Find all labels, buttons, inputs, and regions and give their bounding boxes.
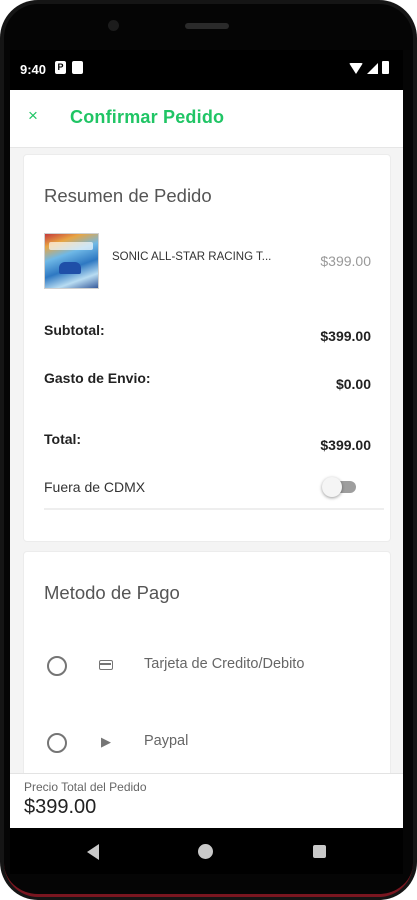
outside-cdmx-toggle[interactable] (322, 477, 360, 497)
subtotal-value: $399.00 (320, 328, 371, 344)
sd-card-icon (72, 61, 83, 74)
home-icon[interactable] (198, 844, 213, 859)
notification-icons: P (55, 61, 83, 74)
recent-apps-icon[interactable] (313, 845, 326, 858)
app-bar: × Confirmar Pedido (10, 90, 403, 148)
product-price: $399.00 (320, 253, 371, 269)
product-name: SONIC ALL-STAR RACING T... (112, 251, 272, 263)
app-screen: × Confirmar Pedido Resumen de Pedido SON… (10, 90, 403, 828)
payment-option-card[interactable]: Tarjeta de Credito/Debito (24, 644, 390, 688)
outside-cdmx-label: Fuera de CDMX (44, 479, 146, 495)
shipping-value: $0.00 (335, 376, 371, 392)
product-thumbnail (44, 233, 99, 289)
shipping-label: Gasto de Envio: (44, 370, 151, 386)
earpiece-speaker (185, 23, 229, 29)
total-value: $399.00 (320, 437, 371, 453)
signal-icon (367, 63, 378, 74)
order-total-footer: Precio Total del Pedido $399.00 (10, 773, 403, 828)
payment-option-label: Tarjeta de Credito/Debito (144, 656, 305, 672)
status-bar: 9:40 P (10, 50, 403, 90)
subtotal-label: Subtotal: (44, 322, 105, 338)
wifi-icon (349, 63, 363, 74)
order-summary-title: Resumen de Pedido (44, 185, 212, 206)
phone-frame: 9:40 P × Confirmar Pedido Resumen de Ped… (0, 0, 417, 900)
android-nav-bar (10, 828, 403, 874)
radio-card[interactable] (47, 656, 67, 676)
thumbnail-car (59, 262, 81, 274)
thumbnail-logo-band (49, 242, 93, 250)
system-icons (349, 61, 389, 74)
status-time: 9:40 (20, 62, 47, 77)
app-notification-icon: P (55, 61, 66, 74)
front-camera (108, 20, 119, 31)
playstation-icon: ▶ (101, 734, 111, 749)
payment-option-label: Paypal (144, 733, 189, 749)
total-label: Total: (44, 431, 82, 447)
close-icon[interactable]: × (24, 105, 42, 127)
toggle-thumb (322, 477, 342, 497)
order-summary-card: Resumen de Pedido SONIC ALL-STAR RACING … (23, 154, 391, 542)
back-icon[interactable] (87, 844, 99, 860)
footer-total-value: $399.00 (24, 796, 97, 818)
payment-method-title: Metodo de Pago (44, 582, 180, 603)
summary-divider (44, 508, 384, 510)
footer-total-label: Precio Total del Pedido (24, 780, 147, 794)
battery-icon (382, 61, 389, 74)
page-title: Confirmar Pedido (70, 107, 225, 127)
payment-option-paypal[interactable]: ▶ Paypal (24, 721, 390, 765)
radio-paypal[interactable] (47, 733, 67, 753)
credit-card-icon (97, 656, 115, 674)
